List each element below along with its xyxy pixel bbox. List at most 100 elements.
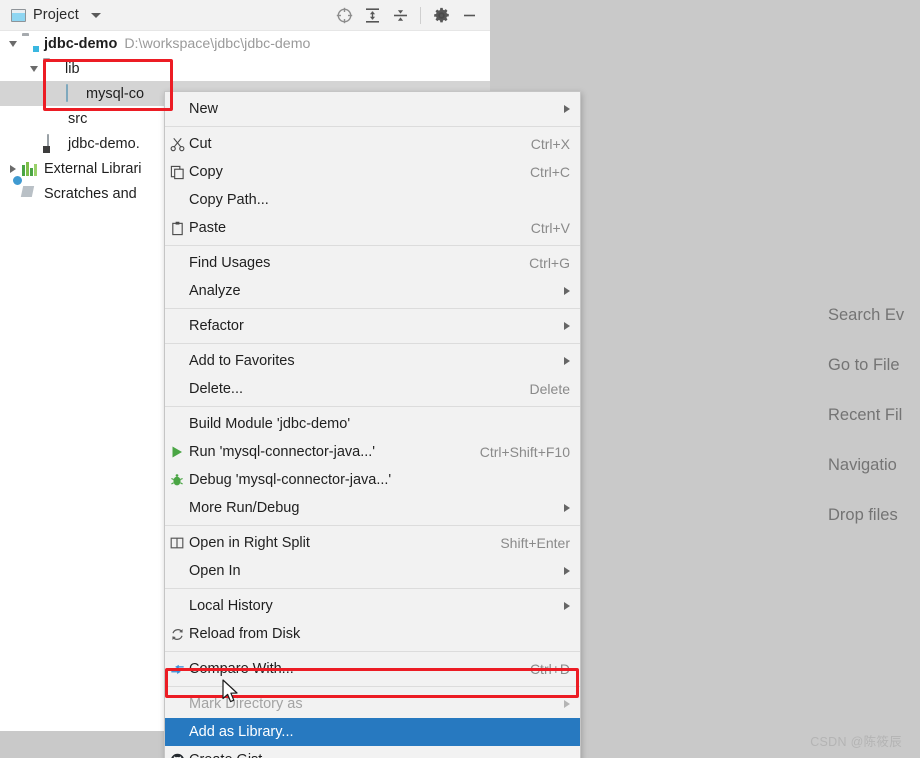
menu-item-shortcut: Ctrl+G: [529, 255, 570, 271]
settings-gear-icon[interactable]: [428, 3, 454, 29]
chevron-down-icon[interactable]: [90, 12, 101, 18]
menu-separator: [165, 245, 580, 246]
menu-item-label: Open In: [189, 563, 241, 579]
source-folder-icon: [46, 110, 63, 127]
menu-item-refactor[interactable]: Refactor: [165, 312, 580, 340]
menu-item-compare-with[interactable]: Compare With... Ctrl+D: [165, 655, 580, 683]
iml-file-icon: [46, 134, 63, 152]
cut-scissors-icon: [165, 137, 189, 152]
submenu-arrow-icon: [564, 357, 570, 365]
run-play-icon: [165, 445, 189, 459]
menu-item-find-usages[interactable]: Find Usages Ctrl+G: [165, 249, 580, 277]
menu-item-label: Build Module 'jdbc-demo': [189, 416, 351, 432]
menu-item-add-to-favorites[interactable]: Add to Favorites: [165, 347, 580, 375]
toolbar-divider: [420, 7, 421, 24]
menu-item-create-gist[interactable]: Create Gist...: [165, 746, 580, 758]
menu-item-label: Analyze: [189, 283, 241, 299]
menu-item-label: Add as Library...: [189, 724, 294, 740]
scratches-icon: [22, 185, 39, 202]
copy-icon: [165, 165, 189, 180]
menu-separator: [165, 308, 580, 309]
menu-item-open-in-right-split[interactable]: Open in Right Split Shift+Enter: [165, 529, 580, 557]
editor-hint-recent-files: Recent Fil: [828, 406, 903, 424]
menu-separator: [165, 525, 580, 526]
external-libraries-icon: [22, 160, 39, 177]
editor-hint-go-to-file: Go to File: [828, 356, 900, 374]
tree-node-label: jdbc-demo.: [68, 135, 140, 152]
menu-separator: [165, 651, 580, 652]
menu-item-label: Debug 'mysql-connector-java...': [189, 472, 392, 488]
submenu-arrow-icon: [564, 504, 570, 512]
menu-item-cut[interactable]: Cut Ctrl+X: [165, 130, 580, 158]
menu-item-copy[interactable]: Copy Ctrl+C: [165, 158, 580, 186]
menu-item-add-as-library[interactable]: Add as Library...: [165, 718, 580, 746]
project-window-icon: [11, 8, 26, 22]
project-panel-title-group[interactable]: Project: [0, 7, 101, 23]
menu-item-copy-path[interactable]: Copy Path...: [165, 186, 580, 214]
menu-item-new[interactable]: New: [165, 95, 580, 123]
menu-item-debug[interactable]: Debug 'mysql-connector-java...': [165, 466, 580, 494]
menu-item-build-module[interactable]: Build Module 'jdbc-demo': [165, 410, 580, 438]
menu-item-label: Compare With...: [189, 661, 294, 677]
menu-item-label: Paste: [189, 220, 227, 236]
expand-arrow-icon[interactable]: [4, 31, 22, 56]
menu-item-shortcut: Ctrl+V: [530, 220, 570, 236]
tree-node-jdbc-demo[interactable]: jdbc-demo D:\workspace\jdbc\jdbc-demo: [0, 31, 490, 56]
menu-item-shortcut: Delete: [529, 381, 570, 397]
menu-item-paste[interactable]: Paste Ctrl+V: [165, 214, 580, 242]
menu-item-more-run-debug[interactable]: More Run/Debug: [165, 494, 580, 522]
menu-item-label: Run 'mysql-connector-java...': [189, 444, 376, 460]
menu-item-mark-directory-as: Mark Directory as: [165, 690, 580, 718]
menu-item-shortcut: Ctrl+Shift+F10: [479, 444, 570, 460]
folder-icon: [43, 60, 60, 77]
menu-item-open-in[interactable]: Open In: [165, 557, 580, 585]
menu-item-local-history[interactable]: Local History: [165, 592, 580, 620]
menu-item-label: Copy Path...: [189, 192, 269, 208]
select-opened-file-icon[interactable]: [331, 3, 357, 29]
menu-item-label: More Run/Debug: [189, 500, 300, 516]
tree-node-label: External Librari: [44, 160, 142, 177]
split-right-icon: [165, 536, 189, 550]
submenu-arrow-icon: [564, 567, 570, 575]
menu-item-analyze[interactable]: Analyze: [165, 277, 580, 305]
project-panel-header: Project: [0, 0, 490, 31]
menu-item-label: Cut: [189, 136, 212, 152]
expand-arrow-icon[interactable]: [25, 56, 43, 81]
menu-item-label: Refactor: [189, 318, 244, 334]
menu-item-label: Local History: [189, 598, 273, 614]
menu-item-label: Mark Directory as: [189, 696, 303, 712]
module-folder-icon: [22, 35, 39, 52]
hide-minimize-icon[interactable]: [456, 3, 482, 29]
menu-item-reload-from-disk[interactable]: Reload from Disk: [165, 620, 580, 648]
menu-item-label: Delete...: [189, 381, 243, 397]
editor-hint-drop-files: Drop files: [828, 506, 898, 524]
submenu-arrow-icon: [564, 602, 570, 610]
tree-node-label: src: [68, 110, 88, 127]
menu-item-label: Open in Right Split: [189, 535, 310, 551]
menu-separator: [165, 406, 580, 407]
menu-item-run[interactable]: Run 'mysql-connector-java...' Ctrl+Shift…: [165, 438, 580, 466]
menu-item-delete[interactable]: Delete... Delete: [165, 375, 580, 403]
tree-node-lib[interactable]: lib: [0, 56, 490, 81]
github-icon: [165, 753, 189, 758]
context-menu[interactable]: New Cut Ctrl+X Copy Ctrl+C Copy Path... …: [164, 91, 581, 758]
tree-node-path: D:\workspace\jdbc\jdbc-demo: [124, 35, 311, 52]
menu-item-label: Reload from Disk: [189, 626, 301, 642]
collapse-all-icon[interactable]: [387, 3, 413, 29]
menu-item-label: Find Usages: [189, 255, 271, 271]
tree-node-label: mysql-co: [86, 85, 145, 102]
expand-all-icon[interactable]: [359, 3, 385, 29]
menu-item-label: Add to Favorites: [189, 353, 295, 369]
menu-item-shortcut: Ctrl+C: [529, 164, 570, 180]
menu-separator: [165, 686, 580, 687]
menu-item-shortcut: Ctrl+X: [530, 136, 570, 152]
editor-hint-navigation-bar: Navigatio: [828, 456, 897, 474]
reload-refresh-icon: [165, 627, 189, 642]
tree-node-label: Scratches and: [44, 185, 137, 202]
tree-node-label: jdbc-demo: [44, 35, 118, 52]
editor-empty-hints: Search Ev Go to File Recent Fil Navigati…: [820, 290, 920, 540]
ide-window: Project jdbc-demo D:\workspace\jdbc\jdbc…: [0, 0, 920, 758]
menu-item-shortcut: Ctrl+D: [529, 661, 570, 677]
editor-hint-search-everywhere: Search Ev: [828, 306, 905, 324]
menu-separator: [165, 126, 580, 127]
